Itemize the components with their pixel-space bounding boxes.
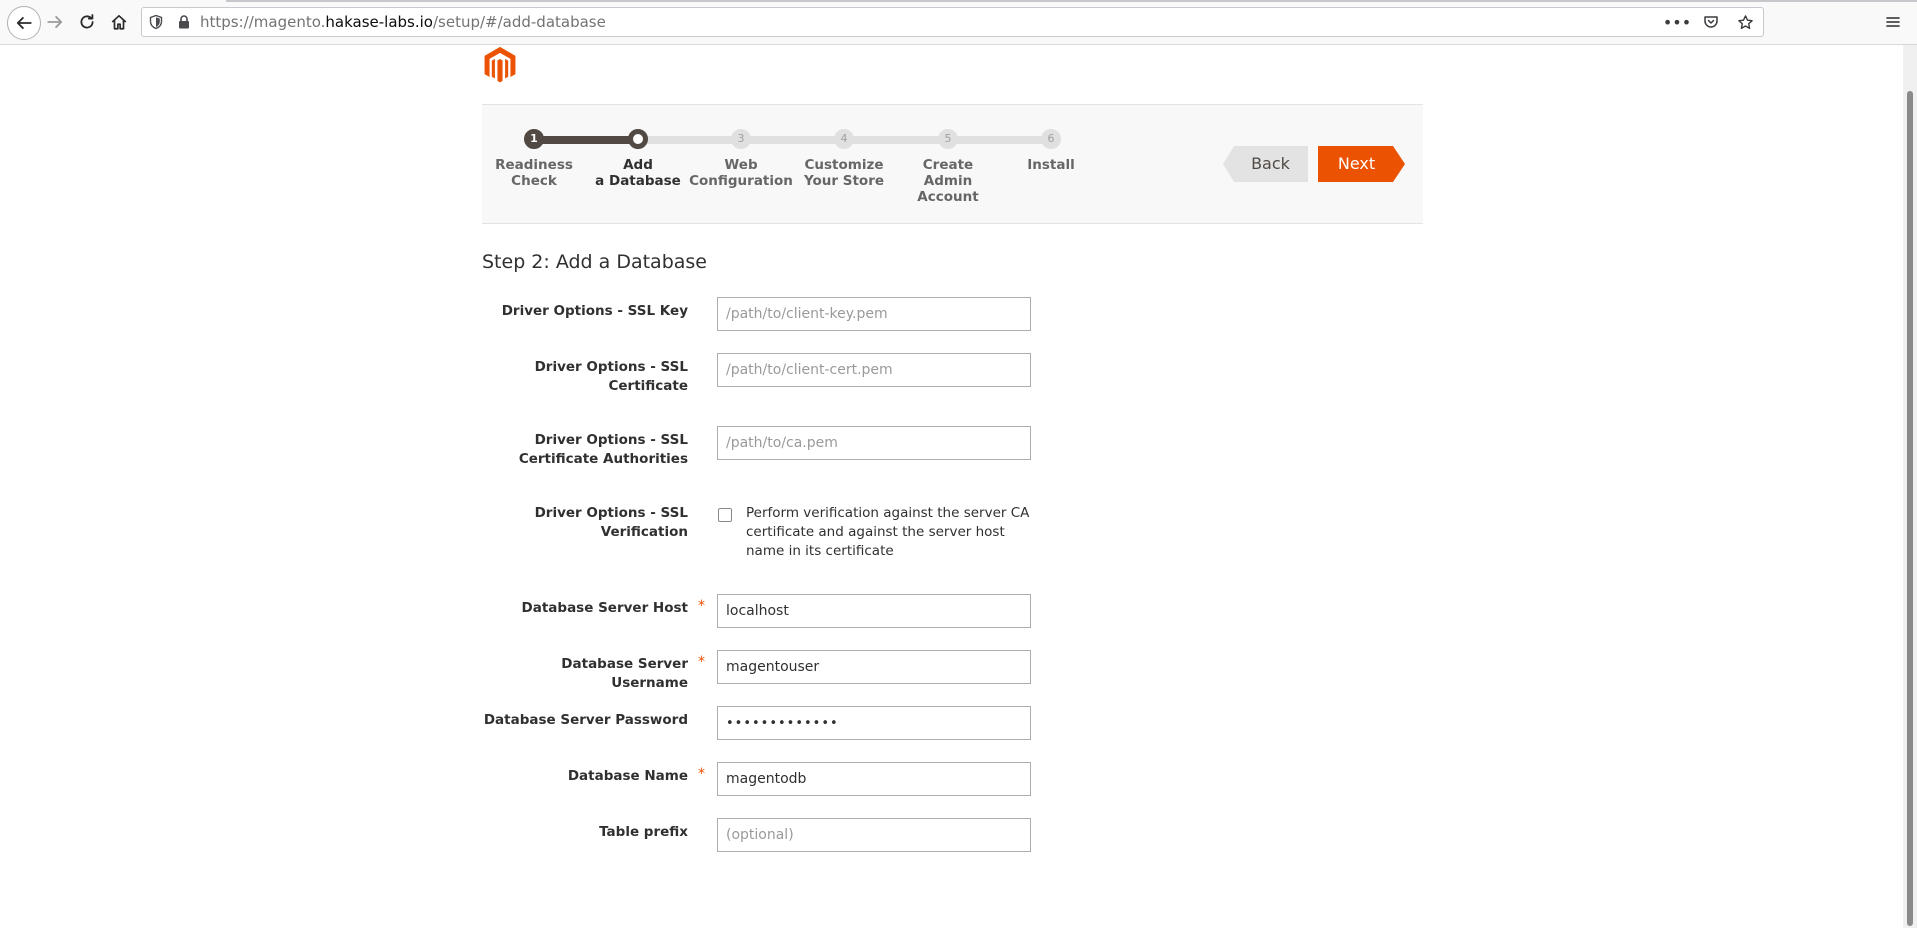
url-path: /setup/#/add-database: [432, 13, 606, 31]
ssl-cert-label: Driver Options - SSL Certificate: [534, 359, 688, 394]
address-bar[interactable]: https://magento.hakase-labs.io/setup/#/a…: [141, 7, 1764, 37]
forward-button[interactable]: [41, 8, 69, 36]
required-asterisk: *: [698, 766, 705, 782]
page-title: Step 2: Add a Database: [482, 251, 707, 273]
ssl-verify-description: Perform verification against the server …: [746, 505, 1030, 559]
setup-progress-bar: 1 2 3 4 5 6 Readiness Check Add a Databa…: [482, 104, 1423, 224]
url-prefix: https://magento.: [200, 13, 326, 31]
reload-icon: [80, 14, 94, 29]
table-prefix-input[interactable]: [717, 818, 1031, 852]
magento-logo-icon: [484, 46, 516, 83]
ssl-key-input[interactable]: [717, 297, 1031, 331]
table-prefix-label: Table prefix: [599, 824, 688, 840]
step-1-label: Readiness Check: [495, 157, 573, 189]
forward-icon: [47, 16, 63, 28]
step-2-label: Add a Database: [595, 157, 681, 189]
tab-strip-edge: [226, 0, 1917, 2]
required-asterisk: *: [698, 654, 705, 670]
ssl-ca-input[interactable]: [717, 426, 1031, 460]
back-button[interactable]: Back: [1223, 146, 1308, 182]
star-icon[interactable]: [1735, 12, 1755, 32]
home-icon: [111, 14, 127, 30]
step-4-dot: 4: [834, 129, 854, 149]
step-3-dot: 3: [731, 129, 751, 149]
step-1-dot: 1: [524, 129, 544, 149]
next-button[interactable]: Next: [1318, 146, 1405, 182]
scrollbar-thumb[interactable]: [1907, 91, 1913, 926]
db-host-input[interactable]: [717, 594, 1031, 628]
lock-icon[interactable]: [176, 14, 192, 30]
progress-track-completed: [534, 136, 638, 144]
ssl-ca-label: Driver Options - SSL Certificate Authori…: [518, 432, 688, 467]
ssl-verify-label: Driver Options - SSL Verification: [534, 505, 688, 540]
shield-icon[interactable]: [148, 14, 164, 30]
ssl-verify-checkbox[interactable]: [718, 508, 732, 522]
step-6-label: Install: [1027, 157, 1075, 173]
db-host-label: Database Server Host: [521, 600, 688, 616]
menu-icon: [1886, 17, 1900, 27]
step-6-dot: 6: [1041, 129, 1061, 149]
db-user-label: Database Server Username: [561, 656, 688, 691]
url-text[interactable]: https://magento.hakase-labs.io/setup/#/a…: [200, 13, 606, 31]
back-button[interactable]: [7, 6, 41, 40]
home-button[interactable]: [105, 8, 133, 36]
db-name-label: Database Name: [567, 768, 688, 784]
browser-toolbar: https://magento.hakase-labs.io/setup/#/a…: [0, 0, 1917, 45]
back-icon: [16, 17, 32, 29]
pocket-icon[interactable]: [1701, 12, 1721, 32]
page-scrollbar[interactable]: [1903, 45, 1917, 928]
reload-button[interactable]: [73, 8, 101, 36]
step-4-label: Customize Your Store: [803, 157, 885, 189]
ssl-key-label: Driver Options - SSL Key: [501, 303, 688, 319]
menu-button[interactable]: [1880, 10, 1906, 34]
required-asterisk: *: [698, 598, 705, 614]
more-icon[interactable]: •••: [1663, 12, 1691, 32]
step-2-dot: 2: [628, 129, 648, 149]
ssl-cert-input[interactable]: [717, 353, 1031, 387]
db-password-label: Database Server Password: [483, 712, 688, 728]
step-5-dot: 5: [938, 129, 958, 149]
db-user-input[interactable]: [717, 650, 1031, 684]
url-host: hakase-labs.io: [325, 13, 433, 31]
db-password-input[interactable]: [717, 706, 1031, 740]
db-name-input[interactable]: [717, 762, 1031, 796]
step-3-label: Web Configuration: [689, 157, 793, 189]
step-5-label: Create Admin Account: [917, 157, 979, 205]
